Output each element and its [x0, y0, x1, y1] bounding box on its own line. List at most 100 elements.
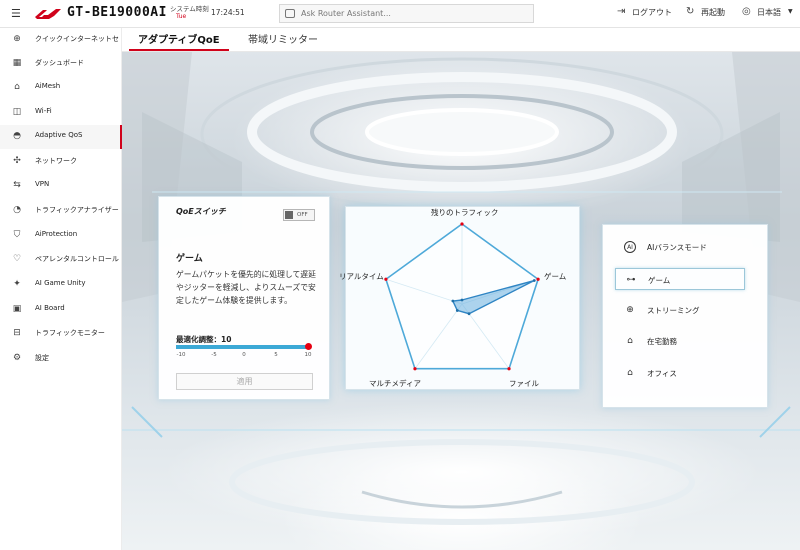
sidebar-item-label: ネットワーク: [35, 157, 77, 165]
ai-icon: AI: [624, 241, 636, 253]
office-icon: ⌂: [627, 368, 633, 378]
sidebar-item-quick-internet-setup[interactable]: ⊕ クイックインターネットセ: [0, 28, 122, 52]
assistant-placeholder: Ask Router Assistant...: [301, 9, 391, 18]
sidebar-item-adaptive-qos[interactable]: ◓ Adaptive QoS: [0, 125, 122, 149]
logout-label: ログアウト: [632, 8, 672, 17]
sidebar-item-label: クイックインターネットセ: [35, 35, 119, 43]
sidebar-item-label: ペアレンタルコントロール: [35, 255, 119, 263]
mode-office[interactable]: ⌂ オフィス: [615, 362, 745, 384]
sidebar-item-traffic-analyzer[interactable]: ◔ トラフィックアナライザー: [0, 199, 122, 223]
mode-streaming[interactable]: ⊕ ストリーミング: [615, 299, 745, 321]
radar-vertex-marker: [413, 367, 417, 371]
sidebar-item-label: ダッシュボード: [35, 59, 84, 67]
radar-label-remaining: 残りのトラフィック: [431, 208, 499, 217]
menu-icon[interactable]: ☰: [11, 7, 21, 20]
mode-label: ゲーム: [648, 276, 671, 285]
gear-icon: ⚙: [12, 353, 22, 363]
slider-tick: -10: [176, 352, 186, 358]
monitor-icon: ⊟: [13, 328, 21, 338]
rog-logo-icon: [35, 9, 61, 19]
tab-bar: アダプティブQoE 帯域リミッター: [122, 28, 800, 52]
router-model: GT-BE19000AI: [67, 5, 167, 20]
selected-mode-title: ゲーム: [176, 254, 203, 264]
toggle-state: OFF: [297, 212, 308, 218]
sidebar-item-traffic-monitor[interactable]: ⊟ トラフィックモニター: [0, 322, 122, 346]
active-tab-indicator: [129, 49, 229, 51]
radar-data-point: [460, 298, 464, 302]
radar-label-realtime: リアルタイム: [339, 272, 384, 281]
optimization-label: 最適化調整：10: [176, 335, 232, 344]
sidebar-item-label: AI Game Unity: [35, 279, 86, 287]
sidebar-item-network[interactable]: ✣ ネットワーク: [0, 150, 122, 174]
system-time: 17:24:51: [211, 8, 245, 17]
sidebar-item-label: トラフィックモニター: [35, 329, 105, 337]
radar-data-point: [532, 279, 536, 282]
mode-ai-balance[interactable]: AI AIバランスモード: [615, 236, 745, 258]
radar-label-file: ファイル: [509, 379, 539, 388]
tab-bandwidth-limiter[interactable]: 帯域リミッター: [248, 31, 318, 46]
sidebar-item-label: Adaptive QoS: [35, 131, 83, 139]
sidebar-item-label: AiMesh: [35, 82, 61, 90]
gamepad-icon: ⊶: [626, 275, 636, 285]
sidebar-item-dashboard[interactable]: ▦ ダッシュボード: [0, 52, 122, 76]
qoe-switch-toggle[interactable]: OFF: [283, 209, 315, 221]
sidebar-item-label: 設定: [35, 354, 49, 362]
sidebar-item-parental-control[interactable]: ♡ ペアレンタルコントロール: [0, 248, 122, 272]
apply-button[interactable]: 適用: [176, 373, 313, 390]
mode-label: AIバランスモード: [647, 243, 707, 252]
system-time-label: システム時刻: [170, 5, 209, 13]
ai-board-icon: ▣: [12, 304, 22, 314]
sidebar-item-label: Wi-Fi: [35, 107, 52, 115]
mode-label: 在宅勤務: [647, 337, 677, 346]
sidebar-item-ai-game-unity[interactable]: ✦ AI Game Unity: [0, 273, 122, 297]
qos-icon: ◓: [13, 131, 21, 141]
system-time-day: Tue: [176, 13, 187, 20]
sidebar-item-label: トラフィックアナライザー: [35, 206, 119, 214]
logout-icon: ⇥: [617, 6, 626, 17]
mode-game[interactable]: ⊶ ゲーム: [615, 268, 745, 290]
top-bar: ☰ GT-BE19000AI システム時刻 Tue 17:24:51 Ask R…: [0, 0, 800, 28]
wifi-icon: ◫: [12, 107, 22, 117]
radar-vertex-marker: [507, 367, 511, 371]
slider-fill: [176, 345, 308, 349]
slider-tick: -5: [211, 352, 217, 358]
language-label: 日本語: [757, 8, 781, 17]
shield-icon: ⛉: [13, 230, 21, 240]
home-work-icon: ⌂: [627, 336, 633, 346]
mode-label: ストリーミング: [647, 306, 700, 315]
vpn-icon: ⇆: [13, 180, 21, 190]
tab-adaptive-qoe[interactable]: アダプティブQoE: [138, 31, 220, 46]
mode-work-from-home[interactable]: ⌂ 在宅勤務: [615, 330, 745, 352]
sidebar-item-label: AI Board: [35, 304, 65, 312]
sidebar-item-vpn[interactable]: ⇆ VPN: [0, 174, 122, 198]
slider-thumb[interactable]: [305, 343, 312, 350]
sidebar-item-wifi[interactable]: ◫ Wi-Fi: [0, 101, 122, 125]
sidebar-item-label: AiProtection: [35, 230, 78, 238]
globe-icon: ◎: [742, 6, 751, 17]
qoe-switch-label: QoEスイッチ: [176, 207, 226, 216]
optimization-slider[interactable]: [176, 345, 308, 349]
slider-tick: 5: [274, 352, 278, 358]
reboot-icon: ↻: [686, 6, 695, 17]
mode-description: ゲームパケットを優先的に処理して遅延やジッターを軽減し、よりスムーズで安定したゲ…: [176, 270, 316, 305]
reboot-label: 再起動: [701, 8, 725, 17]
globe-icon: ⊕: [13, 34, 21, 44]
analyzer-icon: ◔: [13, 205, 21, 215]
game-unity-icon: ✦: [13, 279, 21, 289]
radar-vertex-marker: [536, 277, 540, 281]
router-assistant-input[interactable]: Ask Router Assistant...: [279, 4, 534, 23]
dashboard-icon: ▦: [12, 58, 22, 68]
assistant-icon: [285, 9, 295, 18]
sidebar-item-ai-board[interactable]: ▣ AI Board: [0, 298, 122, 322]
network-icon: ✣: [13, 156, 21, 166]
slider-tick: 10: [304, 352, 312, 358]
sidebar-item-aiprotection[interactable]: ⛉ AiProtection: [0, 224, 122, 248]
chevron-down-icon: ▼: [788, 8, 793, 15]
sidebar: ⊕ クイックインターネットセ ▦ ダッシュボード ⌂ AiMesh ◫ Wi-F…: [0, 28, 122, 550]
sidebar-item-settings[interactable]: ⚙ 設定: [0, 347, 122, 371]
radar-data-point: [451, 299, 455, 303]
radar-vertex-marker: [384, 277, 388, 281]
radar-label-multimedia: マルチメディア: [369, 379, 421, 388]
sidebar-item-label: VPN: [35, 180, 50, 188]
sidebar-item-aimesh[interactable]: ⌂ AiMesh: [0, 76, 122, 100]
